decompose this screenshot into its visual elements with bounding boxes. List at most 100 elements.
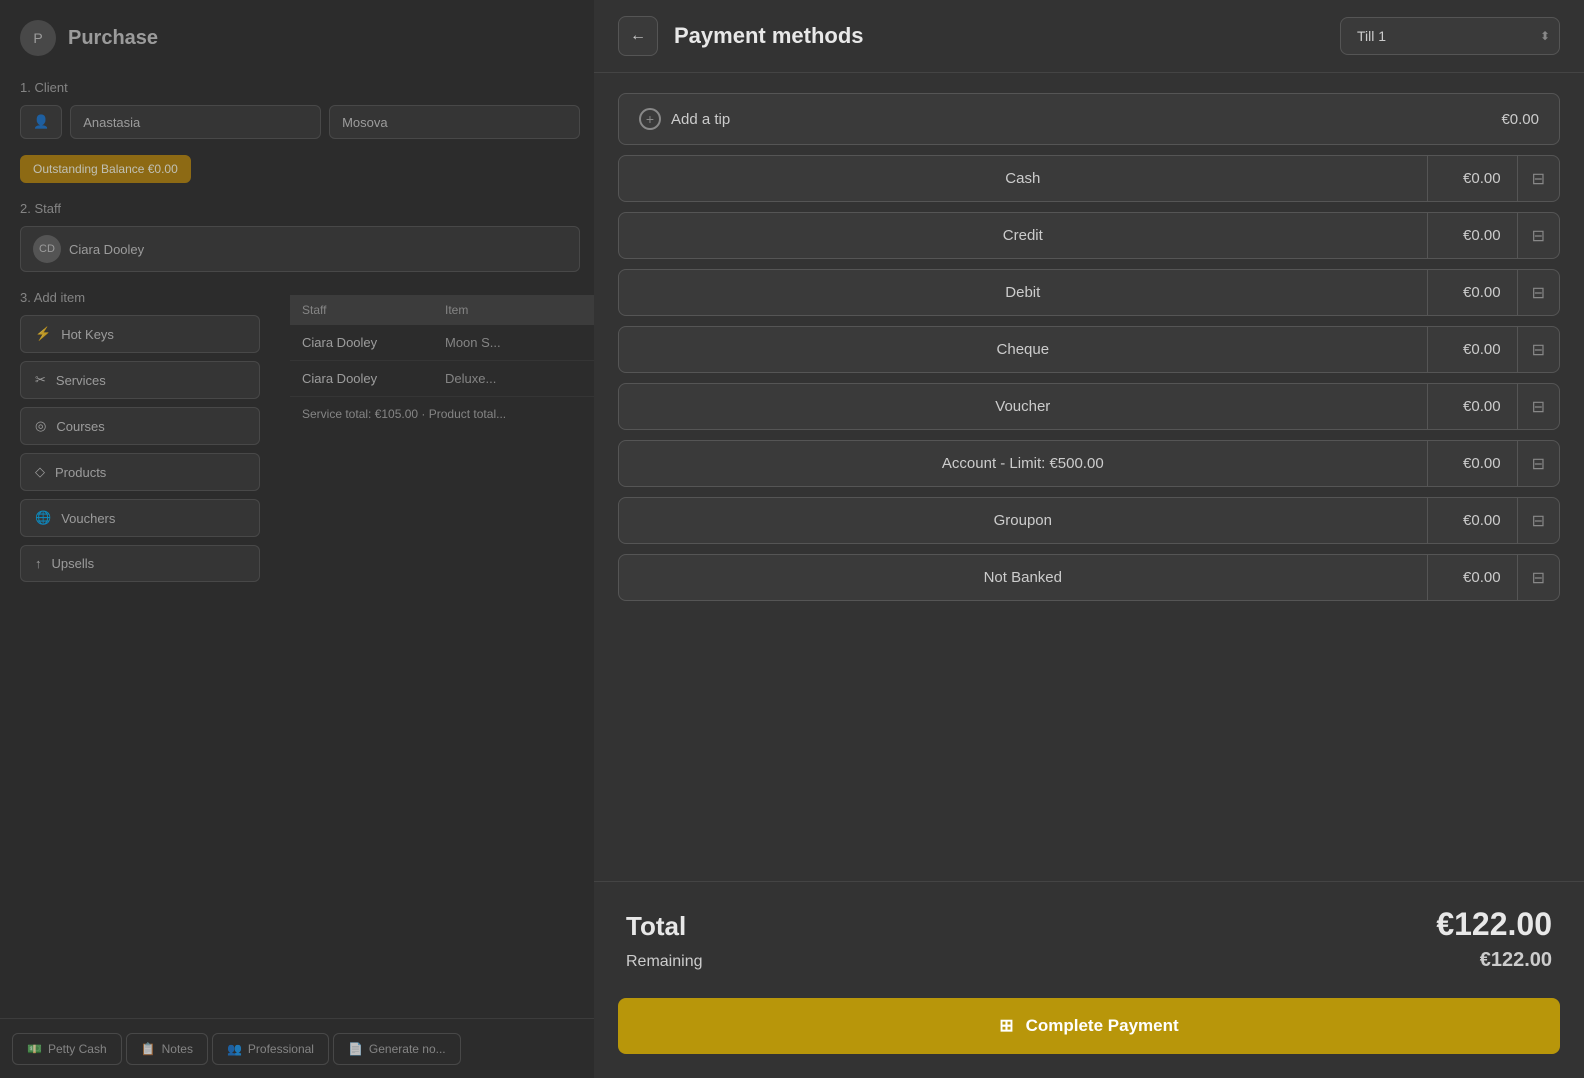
payment-row-cheque: Cheque €0.00 ⊟ xyxy=(618,326,1560,373)
payment-row-voucher: Voucher €0.00 ⊟ xyxy=(618,383,1560,430)
debit-edit-button[interactable]: ⊟ xyxy=(1518,270,1559,315)
generate-icon: 📄 xyxy=(348,1042,363,1056)
total-label: Total xyxy=(626,911,686,942)
bottom-toolbar: 💵 Petty Cash 📋 Notes 👥 Professional 📄 Ge… xyxy=(0,1018,600,1078)
edit-icon: ⊟ xyxy=(1532,568,1545,588)
order-footer: Service total: €105.00 · Product total..… xyxy=(290,397,600,431)
notes-button[interactable]: 📋 Notes xyxy=(126,1033,208,1065)
client-location-input[interactable]: Mosova xyxy=(329,105,580,139)
payment-row-not-banked: Not Banked €0.00 ⊟ xyxy=(618,554,1560,601)
services-button[interactable]: ✂ Services xyxy=(20,361,260,399)
back-button[interactable]: ← xyxy=(618,16,658,56)
tip-amount: €0.00 xyxy=(1501,111,1539,128)
client-row: 👤 Anastasia Mosova xyxy=(20,105,580,139)
credit-button[interactable]: Credit xyxy=(619,213,1428,258)
plus-circle-icon: + xyxy=(639,108,661,130)
edit-icon: ⊟ xyxy=(1532,454,1545,474)
client-section-label: 1. Client xyxy=(20,80,580,95)
remaining-amount: €122.00 xyxy=(1480,949,1552,972)
debit-button[interactable]: Debit xyxy=(619,270,1428,315)
groupon-edit-button[interactable]: ⊟ xyxy=(1518,498,1559,543)
add-tip-row[interactable]: + Add a tip €0.00 xyxy=(618,93,1560,145)
payment-row-account: Account - Limit: €500.00 €0.00 ⊟ xyxy=(618,440,1560,487)
professional-icon: 👥 xyxy=(227,1042,242,1056)
edit-icon: ⊟ xyxy=(1532,226,1545,246)
panel-header: ← Payment methods Till 1 Till 2 xyxy=(594,0,1584,73)
payment-row-credit: Credit €0.00 ⊟ xyxy=(618,212,1560,259)
not-banked-edit-button[interactable]: ⊟ xyxy=(1518,555,1559,600)
credit-amount: €0.00 xyxy=(1428,213,1518,258)
remaining-label: Remaining xyxy=(626,953,702,971)
cheque-amount: €0.00 xyxy=(1428,327,1518,372)
not-banked-amount: €0.00 xyxy=(1428,555,1518,600)
complete-payment-icon: ⊞ xyxy=(999,1016,1013,1036)
not-banked-button[interactable]: Not Banked xyxy=(619,555,1428,600)
payments-body: + Add a tip €0.00 Cash €0.00 ⊟ Credit €0… xyxy=(594,73,1584,881)
generate-button[interactable]: 📄 Generate no... xyxy=(333,1033,461,1065)
credit-edit-button[interactable]: ⊟ xyxy=(1518,213,1559,258)
panel-title: Payment methods xyxy=(674,23,1324,49)
petty-cash-icon: 💵 xyxy=(27,1042,42,1056)
table-row: Ciara Dooley Deluxe... xyxy=(290,361,600,397)
cash-amount: €0.00 xyxy=(1428,156,1518,201)
notes-icon: 📋 xyxy=(141,1042,156,1056)
left-panel: P Purchase 1. Client 👤 Anastasia Mosova … xyxy=(0,0,600,1078)
cash-button[interactable]: Cash xyxy=(619,156,1428,201)
voucher-edit-button[interactable]: ⊟ xyxy=(1518,384,1559,429)
products-button[interactable]: ◇ Products xyxy=(20,453,260,491)
cheque-edit-button[interactable]: ⊟ xyxy=(1518,327,1559,372)
payment-row-cash: Cash €0.00 ⊟ xyxy=(618,155,1560,202)
vouchers-icon: 🌐 xyxy=(35,510,51,526)
upsells-button[interactable]: ↑ Upsells xyxy=(20,545,260,582)
total-section: Total €122.00 Remaining €122.00 xyxy=(594,881,1584,998)
app-header: P Purchase xyxy=(20,20,580,56)
total-amount: €122.00 xyxy=(1436,906,1552,943)
scissors-icon: ✂ xyxy=(35,372,46,388)
back-arrow-icon: ← xyxy=(630,27,646,45)
payment-row-debit: Debit €0.00 ⊟ xyxy=(618,269,1560,316)
hot-keys-icon: ⚡ xyxy=(35,326,51,342)
till-selector[interactable]: Till 1 Till 2 xyxy=(1340,17,1560,55)
staff-section-label: 2. Staff xyxy=(20,201,580,216)
courses-button[interactable]: ◎ Courses xyxy=(20,407,260,445)
remaining-row: Remaining €122.00 xyxy=(626,949,1552,972)
cash-edit-button[interactable]: ⊟ xyxy=(1518,156,1559,201)
till-wrapper: Till 1 Till 2 xyxy=(1340,17,1560,55)
voucher-amount: €0.00 xyxy=(1428,384,1518,429)
staff-avatar: CD xyxy=(33,235,61,263)
edit-icon: ⊟ xyxy=(1532,340,1545,360)
edit-icon: ⊟ xyxy=(1532,283,1545,303)
table-row: Ciara Dooley Moon S... xyxy=(290,325,600,361)
groupon-button[interactable]: Groupon xyxy=(619,498,1428,543)
complete-payment-button[interactable]: ⊞ Complete Payment xyxy=(618,998,1560,1054)
order-table-header: Staff Item xyxy=(290,295,600,325)
order-table: Staff Item Ciara Dooley Moon S... Ciara … xyxy=(290,295,600,431)
debit-amount: €0.00 xyxy=(1428,270,1518,315)
outstanding-balance-badge: Outstanding Balance €0.00 xyxy=(20,155,191,183)
edit-icon: ⊟ xyxy=(1532,511,1545,531)
total-row: Total €122.00 xyxy=(626,906,1552,943)
courses-icon: ◎ xyxy=(35,418,46,434)
payment-row-groupon: Groupon €0.00 ⊟ xyxy=(618,497,1560,544)
client-name-input[interactable]: Anastasia xyxy=(70,105,321,139)
account-button[interactable]: Account - Limit: €500.00 xyxy=(619,441,1428,486)
voucher-button[interactable]: Voucher xyxy=(619,384,1428,429)
cheque-button[interactable]: Cheque xyxy=(619,327,1428,372)
upsells-icon: ↑ xyxy=(35,556,42,571)
payment-methods-panel: ← Payment methods Till 1 Till 2 + Add a … xyxy=(594,0,1584,1078)
app-icon: P xyxy=(20,20,56,56)
staff-row: CD Ciara Dooley xyxy=(20,226,580,272)
hot-keys-button[interactable]: ⚡ Hot Keys xyxy=(20,315,260,353)
edit-icon: ⊟ xyxy=(1532,397,1545,417)
vouchers-button[interactable]: 🌐 Vouchers xyxy=(20,499,260,537)
app-title: Purchase xyxy=(68,27,158,50)
tip-left: + Add a tip xyxy=(639,108,730,130)
edit-icon: ⊟ xyxy=(1532,169,1545,189)
staff-name-input[interactable]: CD Ciara Dooley xyxy=(20,226,580,272)
professional-button[interactable]: 👥 Professional xyxy=(212,1033,329,1065)
client-icon-box: 👤 xyxy=(20,105,62,139)
groupon-amount: €0.00 xyxy=(1428,498,1518,543)
petty-cash-button[interactable]: 💵 Petty Cash xyxy=(12,1033,122,1065)
account-edit-button[interactable]: ⊟ xyxy=(1518,441,1559,486)
account-amount: €0.00 xyxy=(1428,441,1518,486)
